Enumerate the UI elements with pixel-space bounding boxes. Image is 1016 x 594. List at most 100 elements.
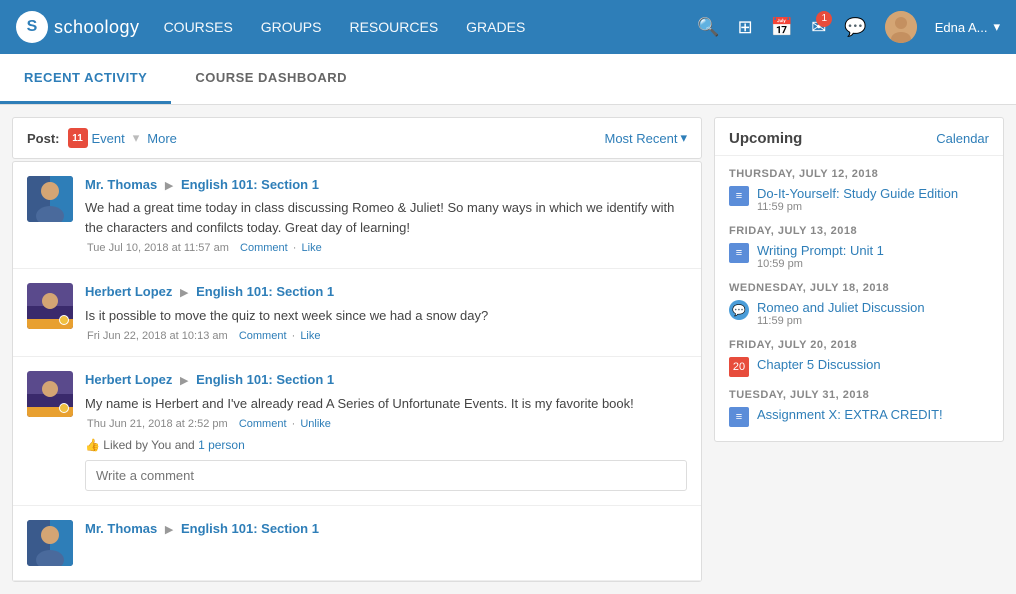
calendar-link[interactable]: Calendar	[936, 131, 989, 146]
avatar	[27, 283, 73, 329]
feed-header: Mr. Thomas ▶ English 101: Section 1	[85, 520, 687, 538]
feed-author-name[interactable]: Herbert Lopez	[85, 372, 172, 387]
date-section: FRIDAY, JULY 13, 2018 ≡ Writing Prompt: …	[729, 225, 989, 270]
upcoming-item: 💬 Romeo and Juliet Discussion 11:59 pm	[729, 300, 989, 327]
feed-date: Tue Jul 10, 2018 at 11:57 am	[87, 242, 229, 254]
feed-meta: Thu Jun 21, 2018 at 2:52 pm Comment · Un…	[85, 418, 687, 430]
post-controls: Post: 11 Event ▾ More Most Recent ▾	[12, 117, 702, 159]
event-label: Event	[92, 131, 125, 146]
messages-icon[interactable]: ✉ 1	[811, 17, 826, 38]
upcoming-item-name[interactable]: Chapter 5 Discussion	[757, 357, 881, 372]
search-icon[interactable]: 🔍	[697, 17, 719, 38]
notifications-icon[interactable]: 💬	[844, 17, 866, 38]
user-menu[interactable]: Edna A... ▾	[935, 19, 1000, 35]
assignment-icon: ≡	[729, 186, 749, 206]
user-avatar[interactable]	[885, 11, 917, 43]
upcoming-item-content: Chapter 5 Discussion	[757, 357, 881, 372]
more-label: More	[147, 131, 177, 146]
feed-item: Herbert Lopez ▶ English 101: Section 1 M…	[13, 357, 701, 506]
upcoming-header: Upcoming Calendar	[715, 118, 1003, 156]
like-link[interactable]: Like	[302, 242, 322, 254]
date-section: THURSDAY, JULY 12, 2018 ≡ Do-It-Yourself…	[729, 168, 989, 213]
unlike-link[interactable]: Unlike	[300, 418, 331, 430]
tabs-bar: RECENT ACTIVITY COURSE DASHBOARD	[0, 54, 1016, 105]
date-section: TUESDAY, JULY 31, 2018 ≡ Assignment X: E…	[729, 389, 989, 427]
assignment-icon: ≡	[729, 407, 749, 427]
upcoming-title: Upcoming	[729, 130, 802, 147]
upcoming-item-content: Assignment X: EXTRA CREDIT!	[757, 407, 943, 422]
left-column: Post: 11 Event ▾ More Most Recent ▾	[12, 117, 702, 582]
nav-grades[interactable]: GRADES	[466, 19, 525, 35]
liked-bar: 👍 Liked by You and 1 person	[85, 438, 687, 452]
feed-course-link[interactable]: English 101: Section 1	[196, 284, 334, 299]
upcoming-item: ≡ Writing Prompt: Unit 1 10:59 pm	[729, 243, 989, 270]
dot-separator: ·	[292, 418, 299, 430]
apps-icon[interactable]: ⊞	[738, 17, 753, 38]
upcoming-item-time: 10:59 pm	[757, 258, 884, 270]
activity-feed: Mr. Thomas ▶ English 101: Section 1 We h…	[12, 161, 702, 582]
right-column: Upcoming Calendar THURSDAY, JULY 12, 201…	[714, 117, 1004, 582]
logo-circle: S	[16, 11, 48, 43]
tab-recent-activity[interactable]: RECENT ACTIVITY	[0, 54, 171, 104]
feed-arrow-icon: ▶	[180, 375, 188, 387]
feed-course-link[interactable]: English 101: Section 1	[196, 372, 334, 387]
comment-link[interactable]: Comment	[240, 242, 288, 254]
feed-course-link[interactable]: English 101: Section 1	[181, 521, 319, 536]
message-badge: 1	[816, 11, 832, 27]
user-name: Edna A...	[935, 20, 988, 35]
upcoming-item-time: 11:59 pm	[757, 201, 958, 213]
feed-body-text: My name is Herbert and I've already read…	[85, 394, 687, 414]
upcoming-item-name[interactable]: Do-It-Yourself: Study Guide Edition	[757, 186, 958, 201]
date-label: FRIDAY, JULY 13, 2018	[729, 225, 989, 237]
tab-course-dashboard[interactable]: COURSE DASHBOARD	[171, 54, 371, 104]
feed-item: Herbert Lopez ▶ English 101: Section 1 I…	[13, 269, 701, 357]
feed-date: Thu Jun 21, 2018 at 2:52 pm	[87, 418, 228, 430]
comment-link[interactable]: Comment	[239, 330, 287, 342]
feed-item: Mr. Thomas ▶ English 101: Section 1 We h…	[13, 162, 701, 269]
dot-separator: ·	[293, 242, 300, 254]
feed-author-name[interactable]: Mr. Thomas	[85, 177, 157, 192]
feed-course-link[interactable]: English 101: Section 1	[181, 177, 319, 192]
upcoming-item-content: Romeo and Juliet Discussion 11:59 pm	[757, 300, 925, 327]
feed-body-text: Is it possible to move the quiz to next …	[85, 306, 687, 326]
avatar	[27, 176, 73, 222]
upcoming-item-content: Writing Prompt: Unit 1 10:59 pm	[757, 243, 884, 270]
event-button[interactable]: 11 Event	[68, 128, 125, 148]
nav-groups[interactable]: GROUPS	[261, 19, 322, 35]
more-button[interactable]: More	[147, 131, 177, 146]
user-chevron: ▾	[993, 19, 1000, 35]
dot-separator: ·	[292, 330, 299, 342]
upcoming-item-name[interactable]: Writing Prompt: Unit 1	[757, 243, 884, 258]
liked-person-link[interactable]: 1 person	[198, 438, 245, 452]
top-navigation: S schoology COURSES GROUPS RESOURCES GRA…	[0, 0, 1016, 54]
nav-links: COURSES GROUPS RESOURCES GRADES	[164, 19, 698, 35]
upcoming-item-name[interactable]: Romeo and Juliet Discussion	[757, 300, 925, 315]
most-recent-dropdown[interactable]: Most Recent ▾	[604, 130, 687, 146]
date-label: TUESDAY, JULY 31, 2018	[729, 389, 989, 401]
upcoming-item-name[interactable]: Assignment X: EXTRA CREDIT!	[757, 407, 943, 422]
post-left-controls: Post: 11 Event ▾ More	[27, 128, 177, 148]
feed-content: Mr. Thomas ▶ English 101: Section 1	[85, 520, 687, 566]
feed-arrow-icon: ▶	[165, 524, 173, 536]
main-layout: Post: 11 Event ▾ More Most Recent ▾	[0, 105, 1016, 594]
nav-resources[interactable]: RESOURCES	[349, 19, 438, 35]
feed-content: Mr. Thomas ▶ English 101: Section 1 We h…	[85, 176, 687, 254]
discussion-icon: 💬	[729, 300, 749, 320]
nav-courses[interactable]: COURSES	[164, 19, 233, 35]
like-link[interactable]: Like	[300, 330, 320, 342]
date-label: FRIDAY, JULY 20, 2018	[729, 339, 989, 351]
logo-s-letter: S	[27, 18, 38, 36]
logo-text: schoology	[54, 17, 140, 38]
calendar-icon[interactable]: 📅	[771, 17, 793, 38]
comment-input[interactable]	[85, 460, 687, 491]
logo[interactable]: S schoology	[16, 11, 140, 43]
feed-content: Herbert Lopez ▶ English 101: Section 1 I…	[85, 283, 687, 342]
feed-author-name[interactable]: Mr. Thomas	[85, 521, 157, 536]
upcoming-item: ≡ Do-It-Yourself: Study Guide Edition 11…	[729, 186, 989, 213]
feed-author-name[interactable]: Herbert Lopez	[85, 284, 172, 299]
liked-text: Liked by You and	[103, 438, 194, 452]
emoji-thumbsup: 👍	[85, 438, 100, 452]
date-label: WEDNESDAY, JULY 18, 2018	[729, 282, 989, 294]
upcoming-item: 20 Chapter 5 Discussion	[729, 357, 989, 377]
comment-link[interactable]: Comment	[239, 418, 287, 430]
